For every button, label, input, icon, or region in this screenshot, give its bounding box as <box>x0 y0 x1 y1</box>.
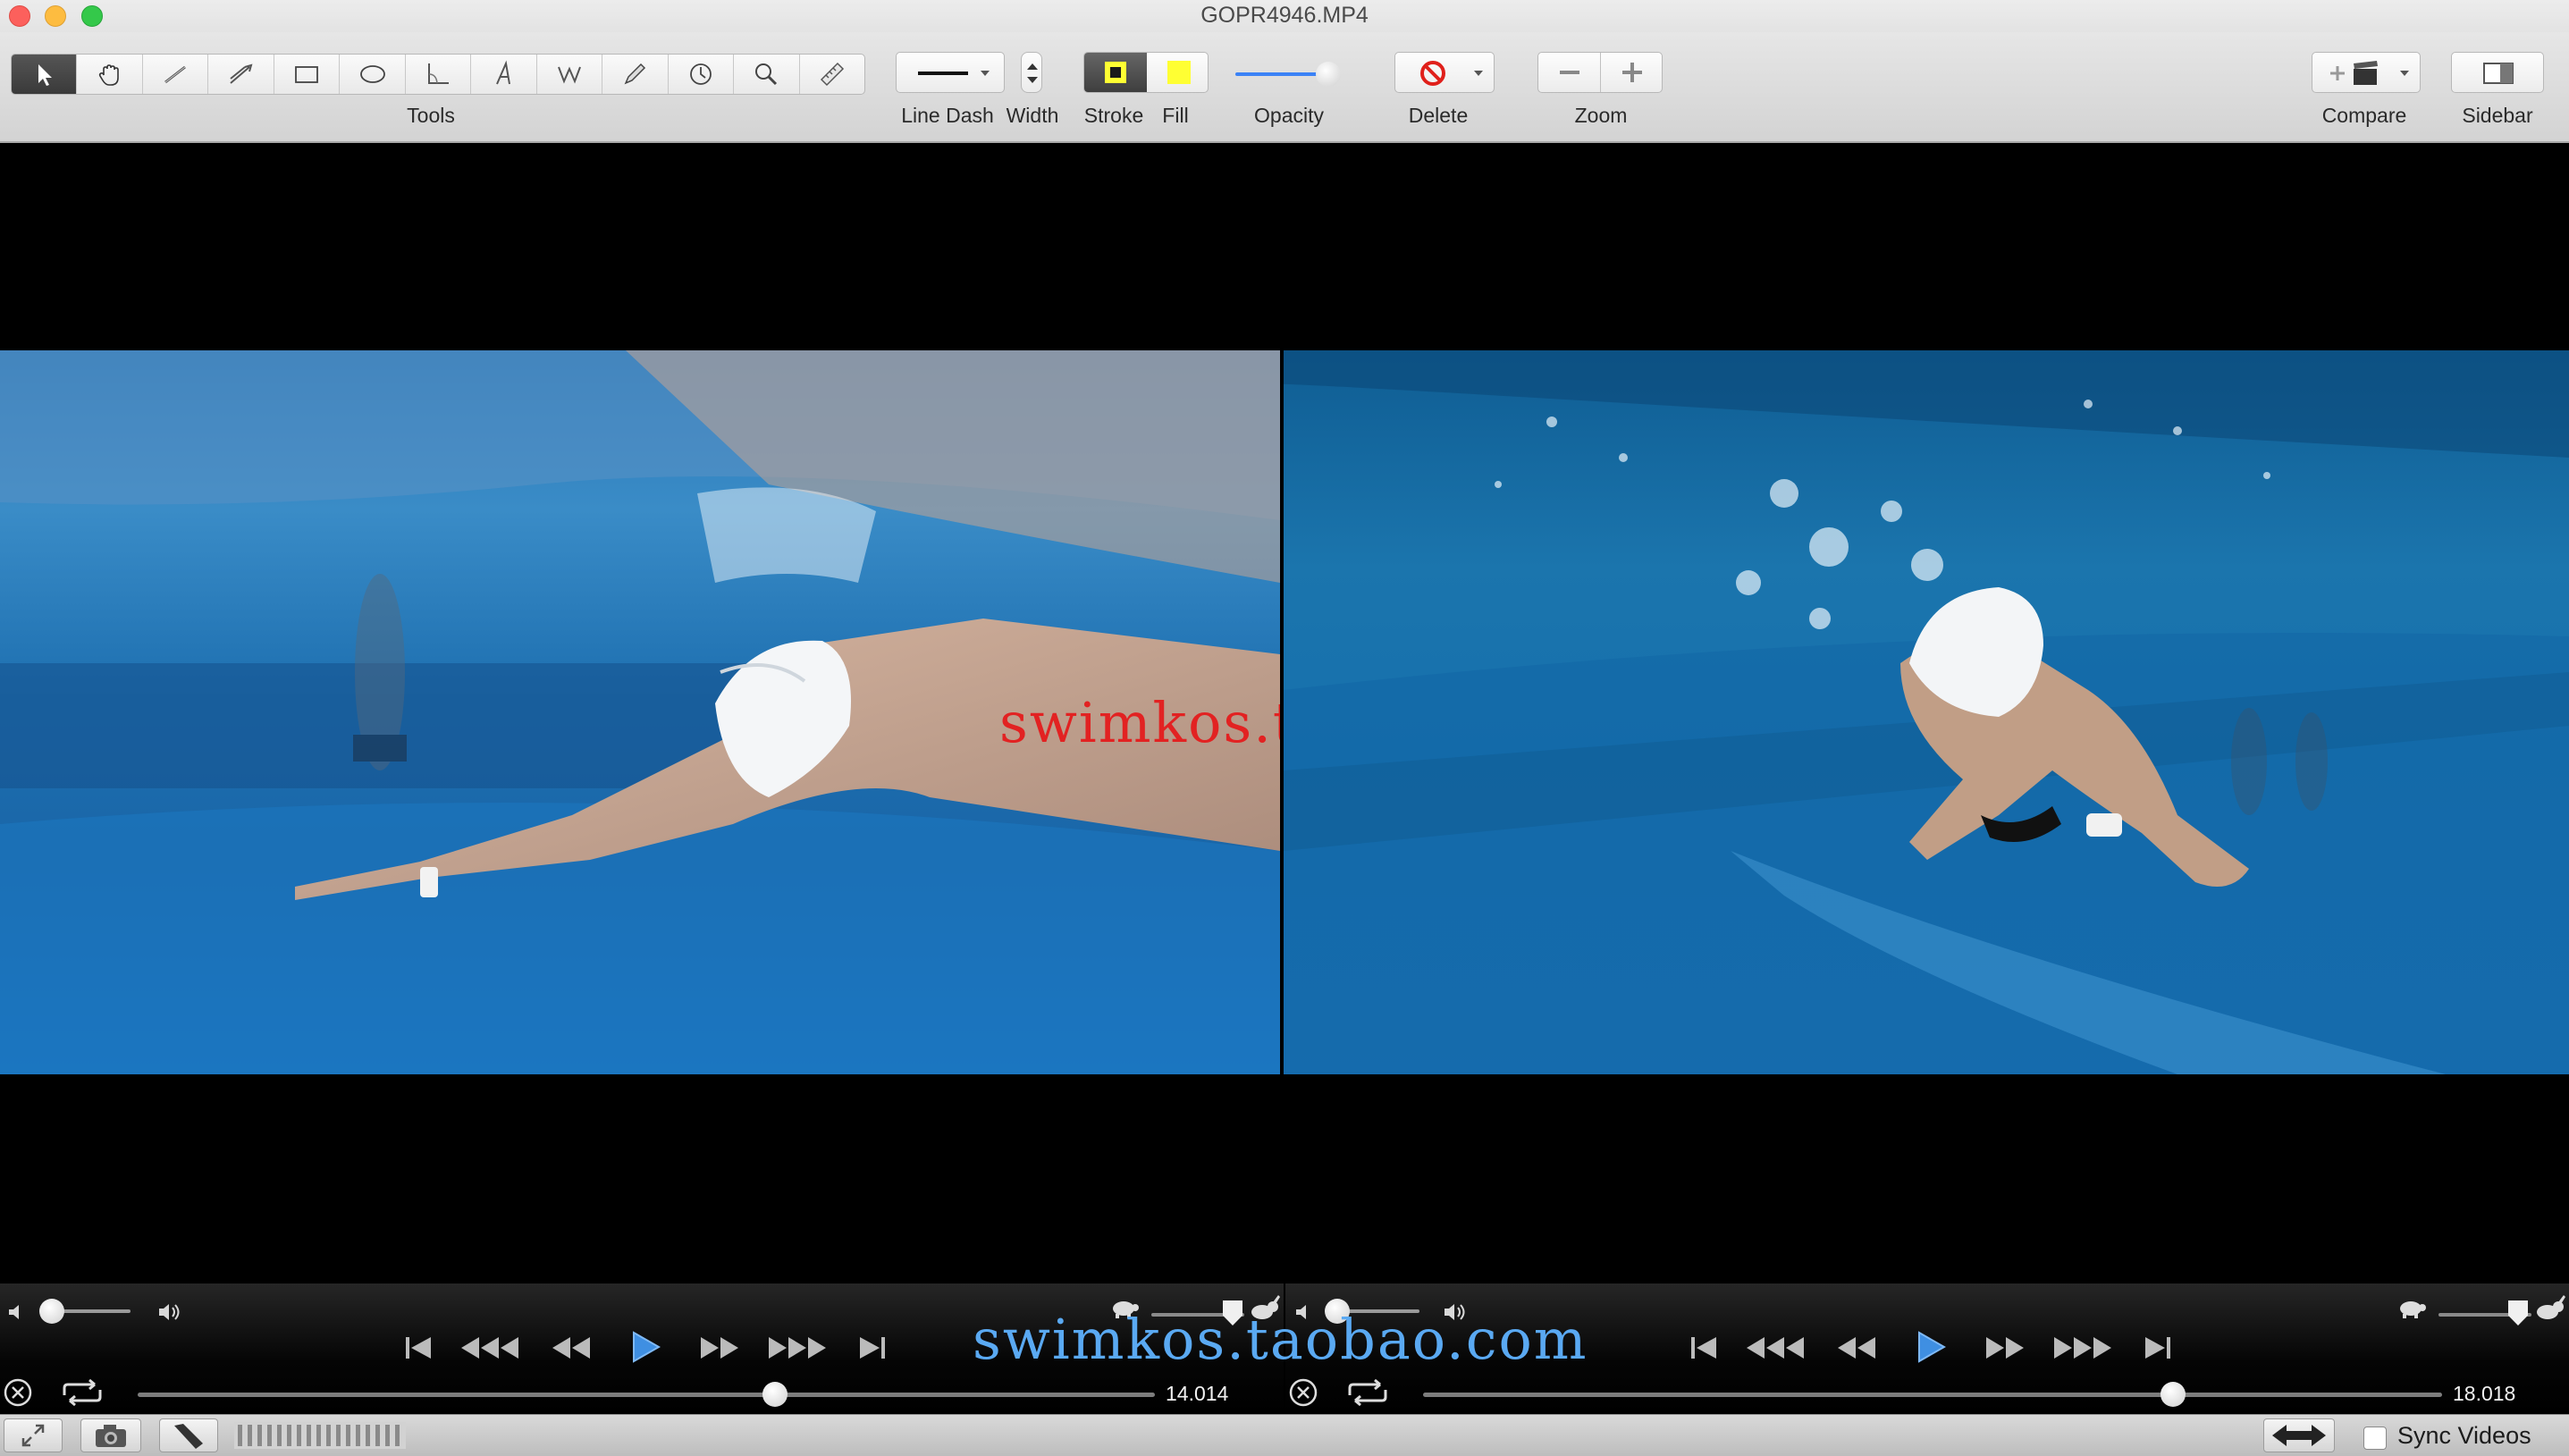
arrow-pointer-icon[interactable] <box>12 55 78 94</box>
stroke-label: Stroke <box>1083 104 1144 127</box>
play-button[interactable] <box>1909 1326 1950 1368</box>
title-bar: GOPR4946.MP4 <box>0 0 2569 32</box>
line-dash-dropdown[interactable] <box>896 52 1005 93</box>
sidebar-button[interactable] <box>2451 52 2544 93</box>
marker-icon <box>174 1424 203 1449</box>
camera-icon <box>96 1425 126 1447</box>
tools-segmented-control <box>11 54 865 95</box>
opacity-label: Opacity <box>1254 104 1324 127</box>
sync-videos-label: Sync Videos <box>2397 1422 2531 1449</box>
polyline-icon[interactable] <box>537 55 603 94</box>
opacity-slider-knob[interactable] <box>1316 62 1341 87</box>
angle-icon[interactable] <box>406 55 472 94</box>
zoom-label: Zoom <box>1574 104 1628 127</box>
close-video-icon[interactable] <box>2 1376 34 1409</box>
compare-button[interactable] <box>2312 52 2421 93</box>
annotation-tool-button[interactable] <box>159 1418 218 1452</box>
no-entry-icon <box>1420 61 1445 86</box>
pencil-icon[interactable] <box>602 55 669 94</box>
ruler-icon[interactable] <box>800 55 864 94</box>
width-label: Width <box>1006 104 1059 127</box>
left-video-frame[interactable]: swimkos.taobao.com <box>0 350 1280 1074</box>
forward-button[interactable] <box>1983 1330 2027 1366</box>
text-icon[interactable] <box>471 55 537 94</box>
zoom-out-button[interactable] <box>1538 53 1601 92</box>
delete-label: Delete <box>1408 104 1469 127</box>
fast-forward-button[interactable] <box>2051 1330 2113 1366</box>
window-title: GOPR4946.MP4 <box>1200 3 1369 28</box>
clapperboard-icon <box>2354 61 2378 85</box>
sidebar-label: Sidebar <box>2462 104 2533 127</box>
width-stepper[interactable] <box>1021 52 1042 93</box>
toolbar: Tools Line Dash Width Stroke Fill Opacit… <box>0 32 2569 143</box>
double-line-icon[interactable] <box>208 55 274 94</box>
plus-icon <box>2330 66 2345 80</box>
rectangle-icon[interactable] <box>274 55 341 94</box>
delete-button[interactable] <box>1394 52 1495 93</box>
line-dash-label: Line Dash <box>901 104 994 127</box>
rewind-button[interactable] <box>1834 1330 1879 1366</box>
zoom-control <box>1537 52 1663 93</box>
turtle-icon[interactable] <box>2394 1296 2428 1321</box>
right-video-frame[interactable] <box>1284 350 2569 1074</box>
speed-slider-knob[interactable] <box>2508 1300 2528 1326</box>
close-video-icon[interactable] <box>1287 1376 1319 1409</box>
stroke-color-well[interactable] <box>1084 53 1147 92</box>
player-watermark: swimkos.taobao.com <box>973 1307 1588 1372</box>
compare-label: Compare <box>2321 104 2407 127</box>
fill-label: Fill <box>1162 104 1189 127</box>
volume-slider-knob[interactable] <box>39 1299 64 1324</box>
timeline-scrubber-knob[interactable] <box>2160 1382 2186 1407</box>
line-icon[interactable] <box>143 55 209 94</box>
play-button[interactable] <box>624 1326 665 1368</box>
playback-time: 18.018 <box>2453 1382 2516 1405</box>
zoom-in-button[interactable] <box>1601 53 1662 92</box>
loop-icon[interactable] <box>57 1376 107 1409</box>
playback-time: 14.014 <box>1166 1382 1229 1405</box>
timeline-scrubber-knob[interactable] <box>762 1382 788 1407</box>
ellipse-icon[interactable] <box>340 55 406 94</box>
status-bar: Sync Videos <box>0 1414 2569 1456</box>
skip-to-start-button[interactable] <box>1686 1330 1722 1366</box>
fast-rewind-button[interactable] <box>458 1330 520 1366</box>
snapshot-button[interactable] <box>80 1418 141 1452</box>
expand-icon <box>21 1424 45 1447</box>
rabbit-icon[interactable] <box>2533 1292 2569 1323</box>
skip-to-end-button[interactable] <box>855 1330 890 1366</box>
volume-mute-icon[interactable] <box>5 1301 27 1323</box>
stroke-fill-control <box>1083 52 1209 93</box>
skip-to-end-button[interactable] <box>2140 1330 2176 1366</box>
left-right-arrow-icon <box>2272 1425 2326 1446</box>
volume-max-icon[interactable] <box>157 1300 182 1325</box>
sidebar-icon <box>2483 63 2514 84</box>
hand-icon[interactable] <box>77 55 143 94</box>
background-swimmer <box>353 574 407 770</box>
timeline-scrubber[interactable] <box>1423 1393 2442 1397</box>
forward-button[interactable] <box>697 1330 742 1366</box>
swap-videos-button[interactable] <box>2263 1418 2335 1452</box>
video-watermark-left: swimkos.taobao.com <box>999 690 1280 755</box>
rewind-button[interactable] <box>549 1330 594 1366</box>
filmstrip-strip[interactable] <box>234 1422 406 1449</box>
timeline-scrubber[interactable] <box>138 1393 1155 1397</box>
loop-icon[interactable] <box>1343 1376 1393 1409</box>
fast-forward-button[interactable] <box>765 1330 828 1366</box>
magnifier-icon[interactable] <box>734 55 800 94</box>
skip-to-start-button[interactable] <box>400 1330 436 1366</box>
sync-videos-checkbox[interactable] <box>2363 1427 2387 1450</box>
fill-color-well[interactable] <box>1147 53 1208 92</box>
fast-rewind-button[interactable] <box>1743 1330 1806 1366</box>
tools-label: Tools <box>407 104 455 127</box>
clock-icon[interactable] <box>669 55 735 94</box>
fullscreen-button[interactable] <box>4 1418 63 1452</box>
